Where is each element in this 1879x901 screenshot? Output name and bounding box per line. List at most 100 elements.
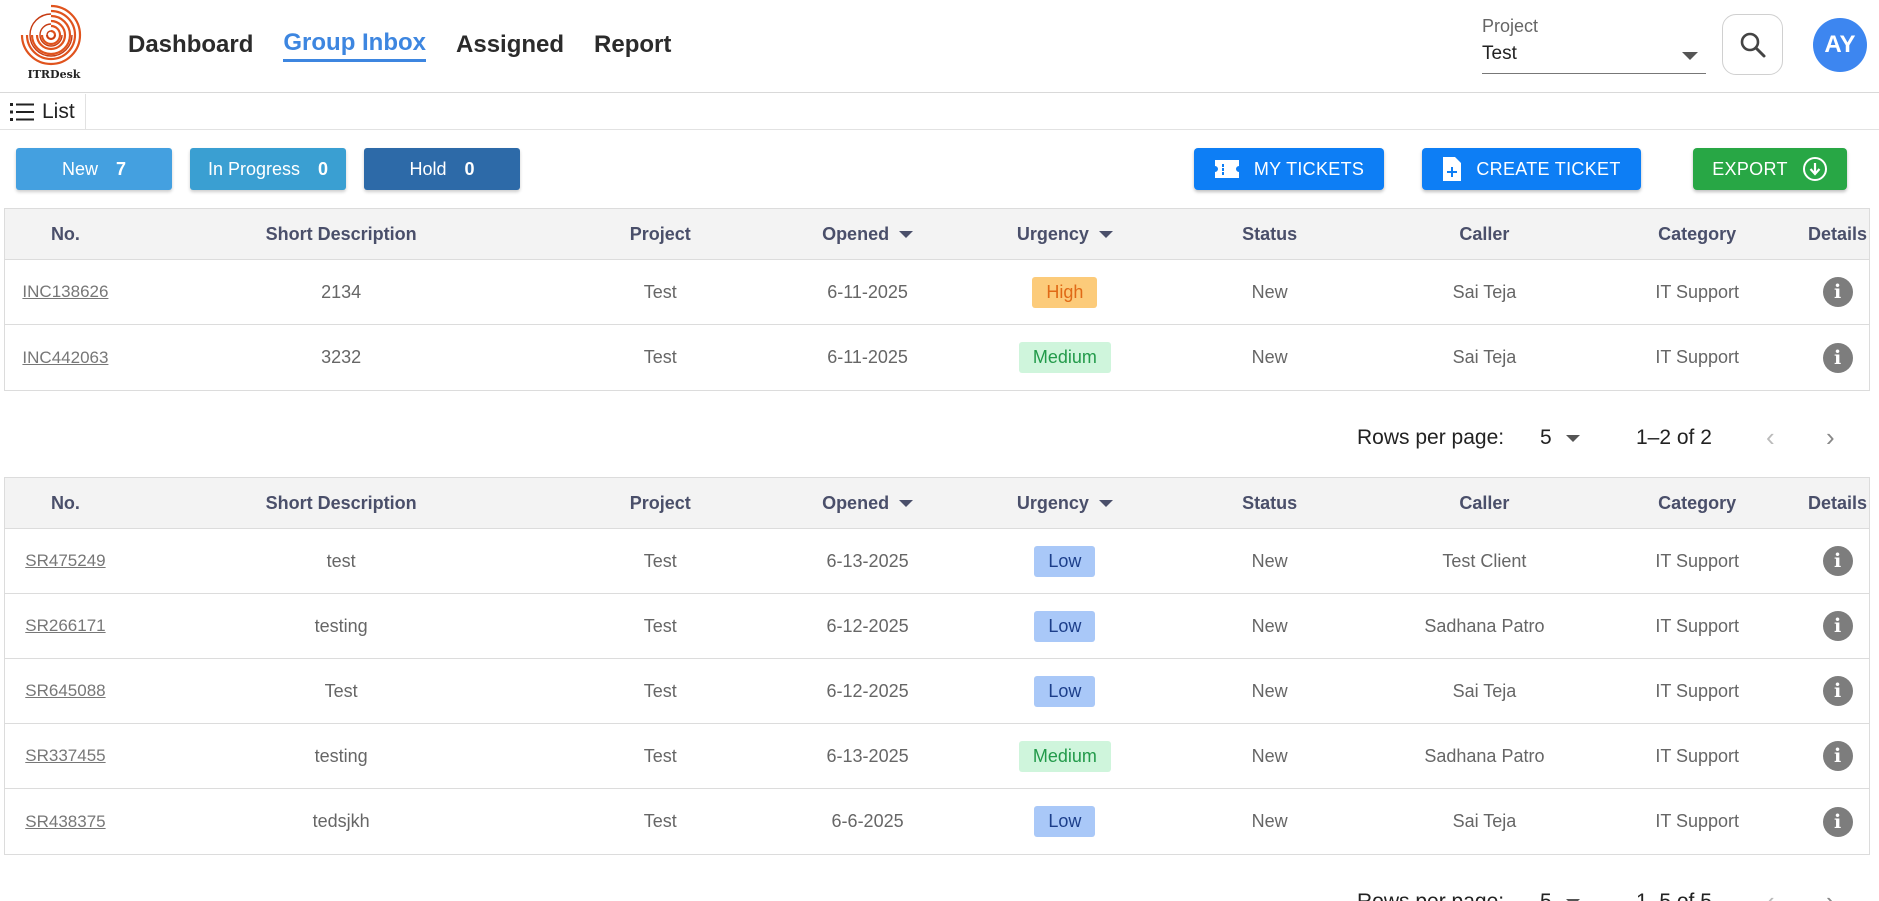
- export-label: EXPORT: [1712, 158, 1788, 179]
- status-cell: New: [1251, 281, 1288, 302]
- category-cell: IT Support: [1655, 680, 1740, 701]
- info-icon[interactable]: i: [1822, 806, 1853, 837]
- list-view-toggle[interactable]: List: [0, 94, 86, 129]
- ticket-number-link[interactable]: INC138626: [22, 282, 108, 302]
- col-header-short-description: Short Description: [265, 223, 417, 244]
- caller-cell: Sai Teja: [1452, 811, 1517, 831]
- ticket-number-link[interactable]: SR645088: [25, 681, 105, 701]
- status-cell: New: [1251, 550, 1288, 571]
- short-description-cell: 3232: [321, 347, 362, 367]
- info-icon[interactable]: i: [1822, 676, 1853, 706]
- rows-per-page-select[interactable]: 5: [1540, 426, 1580, 450]
- my-tickets-label: MY TICKETS: [1253, 158, 1365, 179]
- ticket-number-link[interactable]: SR337455: [25, 746, 105, 766]
- opened-cell: 6-13-2025: [826, 550, 909, 571]
- urgency-badge: Low: [1034, 545, 1096, 577]
- info-icon[interactable]: i: [1822, 741, 1853, 771]
- caller-cell: Sai Teja: [1452, 281, 1517, 302]
- col-header-urgency[interactable]: Urgency: [971, 478, 1159, 528]
- info-icon[interactable]: i: [1822, 611, 1853, 641]
- chevron-right-icon[interactable]: ›: [1826, 886, 1835, 901]
- status-hold-button[interactable]: Hold 0: [364, 148, 520, 190]
- export-button[interactable]: EXPORT: [1693, 148, 1847, 190]
- table-row: INC138626 2134 Test 6-11-2025 High New S…: [5, 260, 1869, 325]
- view-bar: List: [0, 94, 1879, 130]
- nav-report[interactable]: Report: [594, 28, 671, 62]
- col-header-opened[interactable]: Opened: [764, 478, 971, 528]
- status-new-count: 7: [116, 158, 127, 179]
- category-cell: IT Support: [1655, 811, 1740, 831]
- chevron-left-icon[interactable]: ‹: [1766, 422, 1775, 453]
- table-row: SR645088 Test Test 6-12-2025 Low New Sai…: [5, 659, 1869, 724]
- status-cell: New: [1251, 680, 1288, 701]
- file-plus-icon: [1443, 157, 1462, 181]
- project-cell: Test: [643, 615, 677, 636]
- info-icon[interactable]: i: [1822, 277, 1853, 307]
- project-cell: Test: [643, 745, 677, 766]
- project-cell: Test: [643, 281, 677, 302]
- list-icon: [10, 102, 34, 121]
- info-icon[interactable]: i: [1822, 546, 1853, 576]
- urgency-badge: Low: [1034, 610, 1096, 642]
- ticket-number-link[interactable]: SR438375: [25, 812, 105, 832]
- ticket-icon: [1214, 160, 1239, 178]
- status-cell: New: [1251, 615, 1288, 636]
- table-row: SR337455 testing Test 6-13-2025 Medium N…: [5, 724, 1869, 789]
- my-tickets-button[interactable]: MY TICKETS: [1194, 148, 1384, 190]
- list-view-label: List: [42, 99, 75, 123]
- col-header-status: Status: [1242, 492, 1298, 513]
- table-row: INC442063 3232 Test 6-11-2025 Medium New…: [5, 325, 1869, 390]
- col-header-opened-label: Opened: [822, 223, 890, 244]
- status-in-progress-button[interactable]: In Progress 0: [190, 148, 346, 190]
- col-header-no: No.: [50, 492, 80, 513]
- short-description-cell: test: [326, 550, 356, 571]
- col-header-project: Project: [629, 223, 691, 244]
- col-header-details: Details: [1808, 492, 1868, 513]
- itrdesk-logo[interactable]: ITRDesk: [18, 2, 90, 84]
- col-header-caller: Caller: [1459, 492, 1510, 513]
- caller-cell: Sai Teja: [1452, 347, 1517, 367]
- col-header-urgency[interactable]: Urgency: [971, 209, 1159, 259]
- sort-down-icon: [1098, 230, 1113, 238]
- create-ticket-button[interactable]: CREATE TICKET: [1422, 148, 1641, 190]
- status-hold-count: 0: [464, 158, 475, 179]
- status-new-label: New: [61, 158, 98, 179]
- ticket-number-link[interactable]: INC442063: [22, 348, 108, 368]
- col-header-opened-label: Opened: [822, 492, 890, 513]
- ticket-number-link[interactable]: SR266171: [25, 616, 105, 636]
- sort-down-icon: [899, 499, 914, 507]
- ticket-number-link[interactable]: SR475249: [25, 551, 105, 571]
- rows-per-page-label: Rows per page:: [1357, 890, 1504, 901]
- logo-text: ITRDesk: [27, 68, 81, 81]
- project-select[interactable]: Project Test: [1482, 14, 1706, 74]
- urgency-badge: High: [1032, 276, 1098, 308]
- chevron-right-icon[interactable]: ›: [1826, 422, 1835, 453]
- nav-group-inbox[interactable]: Group Inbox: [283, 28, 427, 62]
- short-description-cell: testing: [314, 745, 368, 766]
- nav-dashboard[interactable]: Dashboard: [128, 28, 253, 62]
- urgency-badge: Medium: [1018, 740, 1111, 772]
- short-description-cell: Test: [324, 680, 358, 701]
- category-cell: IT Support: [1655, 347, 1740, 367]
- nav-assigned[interactable]: Assigned: [456, 28, 564, 62]
- info-icon[interactable]: i: [1822, 342, 1853, 373]
- category-cell: IT Support: [1655, 550, 1740, 571]
- urgency-badge: Low: [1034, 806, 1096, 837]
- status-cell: New: [1251, 811, 1288, 831]
- chevron-left-icon[interactable]: ‹: [1766, 886, 1775, 901]
- sort-down-icon: [899, 230, 914, 238]
- short-description-cell: 2134: [321, 281, 362, 302]
- incidents-pagination: Rows per page: 5 1–2 of 2 ‹ ›: [0, 418, 1879, 458]
- user-avatar[interactable]: AY: [1813, 18, 1867, 72]
- col-header-status: Status: [1242, 223, 1298, 244]
- col-header-opened[interactable]: Opened: [764, 209, 971, 259]
- project-select-label: Project: [1482, 16, 1539, 36]
- caller-cell: Sadhana Patro: [1424, 745, 1545, 766]
- incidents-table: No. Short Description Project Opened Urg…: [4, 208, 1870, 391]
- table-header: No. Short Description Project Opened Urg…: [5, 209, 1869, 260]
- col-header-no: No.: [50, 223, 80, 244]
- rows-per-page-select[interactable]: 5: [1540, 890, 1580, 901]
- search-button[interactable]: [1722, 14, 1783, 75]
- status-new-button[interactable]: New 7: [16, 148, 172, 190]
- urgency-badge: Low: [1034, 675, 1096, 707]
